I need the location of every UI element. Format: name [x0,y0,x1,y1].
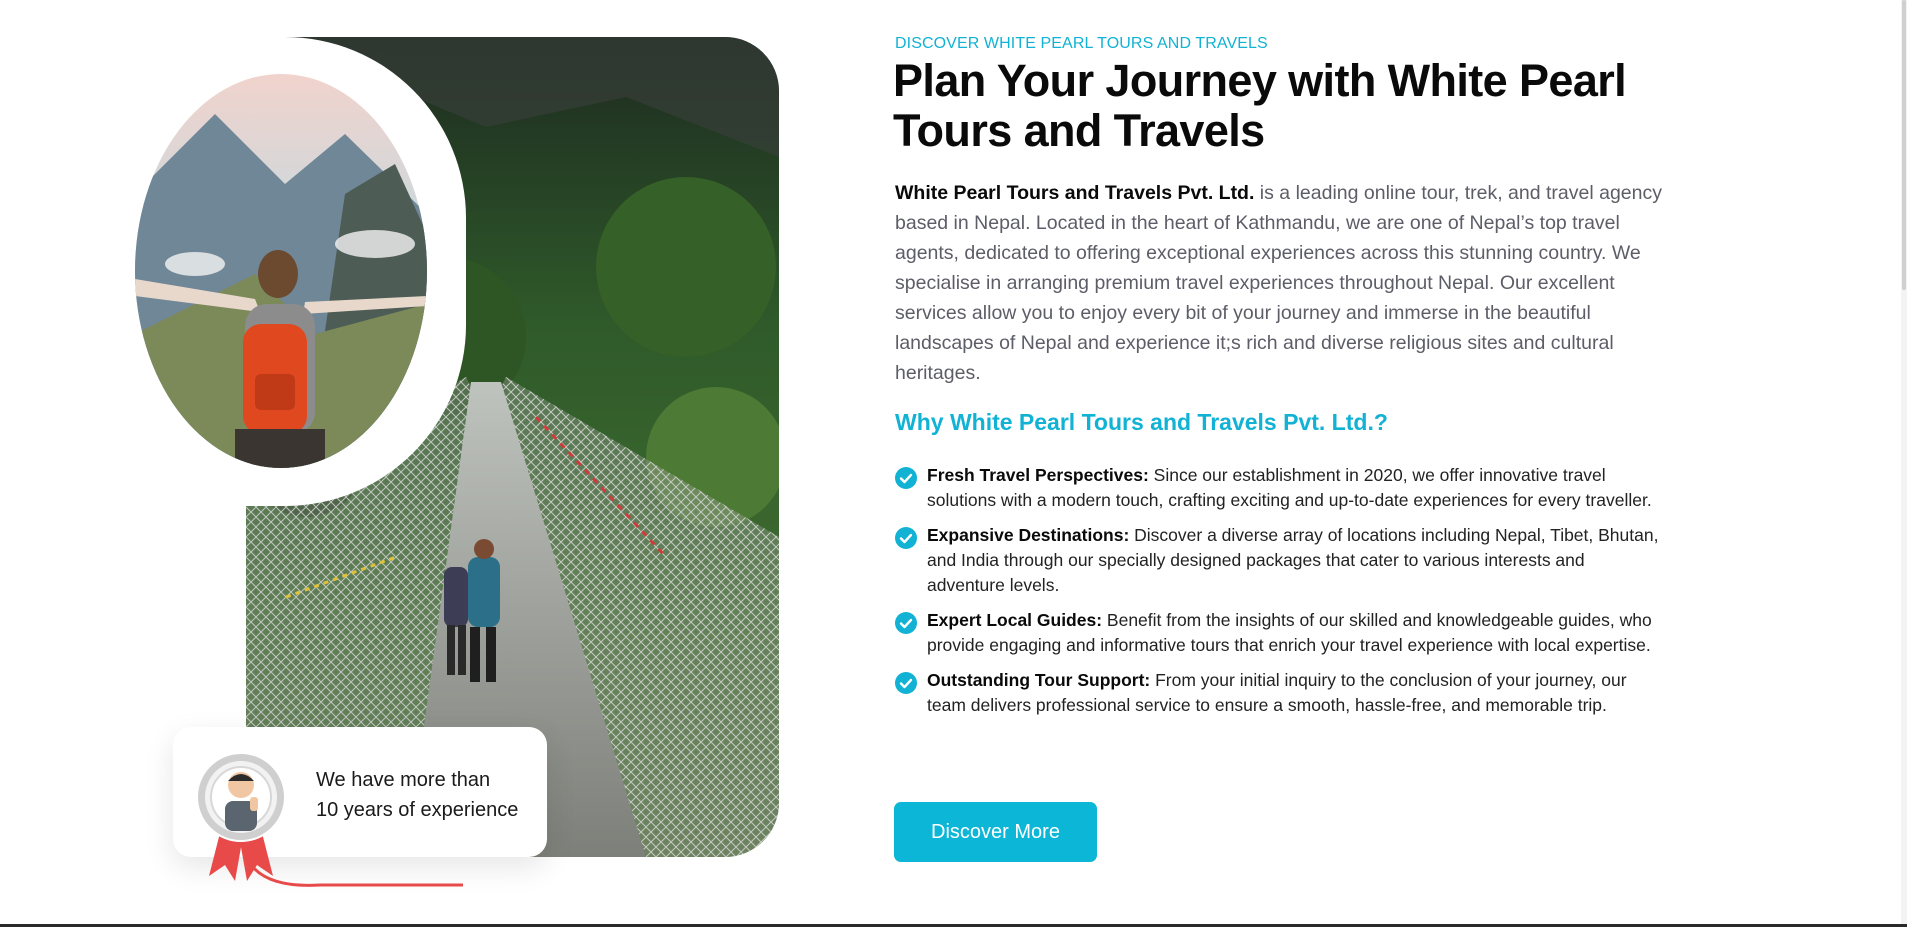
check-circle-icon [895,612,917,634]
feature-label: Expansive Destinations: [927,525,1130,545]
experience-line-2: 10 years of experience [316,799,519,821]
company-name: White Pearl Tours and Travels Pvt. Ltd. [895,182,1255,204]
experience-line-1: We have more than [316,769,491,791]
discover-more-button[interactable]: Discover More [894,802,1097,862]
about-section: We have more than 10 years of experience… [0,0,1907,927]
award-ribbon-mascot-icon [196,752,286,881]
check-circle-icon [895,672,917,694]
why-heading: Why White Pearl Tours and Travels Pvt. L… [895,409,1388,435]
features-list: Fresh Travel Perspectives: Since our est… [895,463,1665,728]
feature-label: Fresh Travel Perspectives: [927,465,1149,485]
feature-label: Expert Local Guides: [927,610,1103,630]
feature-item: Expert Local Guides: Benefit from the in… [895,608,1665,658]
section-eyebrow: DISCOVER WHITE PEARL TOURS AND TRAVELS [895,35,1268,52]
check-circle-icon [895,527,917,549]
section-title: Plan Your Journey with White Pearl Tours… [893,55,1627,156]
feature-item: Expansive Destinations: Discover a diver… [895,523,1665,598]
experience-text: We have more than 10 years of experience [316,765,536,825]
feature-item: Fresh Travel Perspectives: Since our est… [895,463,1665,513]
decorative-swoosh [250,865,463,887]
check-circle-icon [895,467,917,489]
intro-paragraph: White Pearl Tours and Travels Pvt. Ltd. … [895,178,1665,388]
intro-text: is a leading online tour, trek, and trav… [895,182,1662,384]
feature-label: Outstanding Tour Support: [927,670,1151,690]
hiker-mountain-image [135,74,427,468]
experience-card: We have more than 10 years of experience [173,727,547,881]
feature-item: Outstanding Tour Support: From your init… [895,668,1665,718]
scrollbar-track[interactable] [1901,0,1907,927]
scrollbar-thumb[interactable] [1902,0,1906,290]
